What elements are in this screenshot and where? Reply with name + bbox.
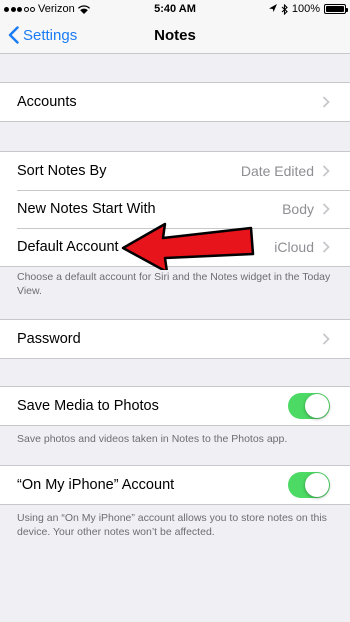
on-my-iphone-toggle[interactable] bbox=[288, 472, 330, 498]
on-my-iphone-row: “On My iPhone” Account bbox=[0, 466, 350, 504]
accounts-label: Accounts bbox=[17, 94, 77, 110]
status-bar: Verizon 5:40 AM 100% bbox=[0, 0, 350, 18]
red-arrow-annotation bbox=[121, 222, 255, 270]
toggle-knob bbox=[305, 473, 329, 497]
on-my-iphone-label: “On My iPhone” Account bbox=[17, 477, 175, 493]
battery-percent: 100% bbox=[291, 3, 320, 15]
sort-notes-label: Sort Notes By bbox=[17, 163, 107, 179]
navigation-bar: Settings Notes bbox=[0, 18, 350, 54]
password-label: Password bbox=[17, 331, 81, 347]
chevron-right-icon bbox=[322, 333, 330, 345]
default-account-footer: Choose a default account for Siri and th… bbox=[17, 271, 331, 297]
chevron-right-icon bbox=[322, 241, 330, 253]
battery-icon bbox=[324, 4, 348, 14]
battery-fill bbox=[326, 6, 344, 12]
status-right: 100% bbox=[268, 3, 348, 15]
save-media-row: Save Media to Photos bbox=[0, 387, 350, 425]
toggle-knob bbox=[305, 394, 329, 418]
password-row[interactable]: Password bbox=[0, 320, 350, 358]
new-notes-value: Body bbox=[282, 201, 314, 217]
save-media-label: Save Media to Photos bbox=[17, 398, 159, 414]
chevron-right-icon bbox=[322, 96, 330, 108]
save-media-toggle[interactable] bbox=[288, 393, 330, 419]
page-title: Notes bbox=[154, 27, 196, 44]
save-media-footer: Save photos and videos taken in Notes to… bbox=[17, 433, 288, 445]
sort-notes-value: Date Edited bbox=[240, 163, 314, 179]
default-account-value: iCloud bbox=[274, 239, 314, 255]
on-my-iphone-group: “On My iPhone” Account bbox=[0, 465, 350, 505]
chevron-right-icon bbox=[322, 165, 330, 177]
accounts-group: Accounts bbox=[0, 82, 350, 122]
bluetooth-icon bbox=[281, 3, 288, 15]
chevron-right-icon bbox=[322, 203, 330, 215]
password-group: Password bbox=[0, 319, 350, 359]
on-my-iphone-footer: Using an “On My iPhone” account allows y… bbox=[17, 512, 327, 538]
accounts-row[interactable]: Accounts bbox=[0, 83, 350, 121]
location-icon bbox=[268, 4, 277, 12]
save-media-group: Save Media to Photos bbox=[0, 386, 350, 426]
sort-notes-row[interactable]: Sort Notes By Date Edited bbox=[0, 152, 350, 190]
